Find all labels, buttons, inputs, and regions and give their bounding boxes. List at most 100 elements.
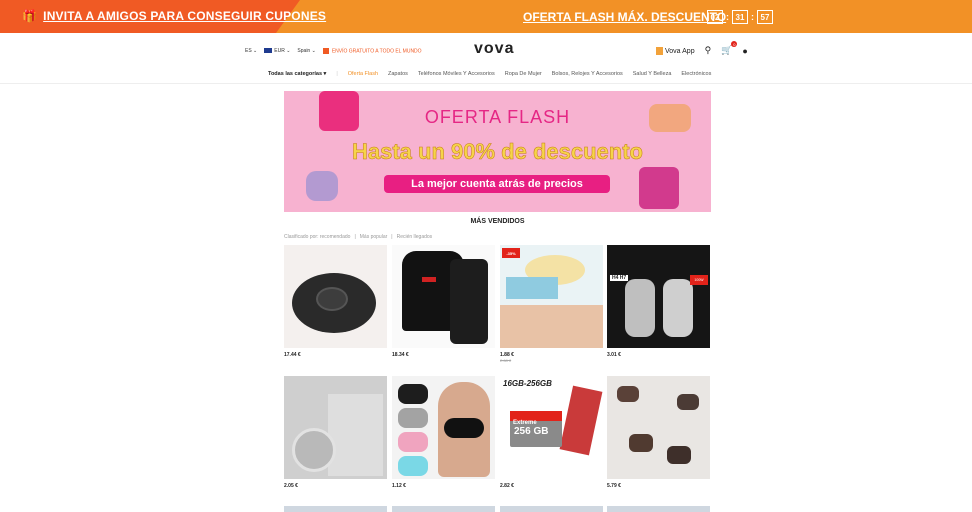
- product-price: 18.34 €: [392, 352, 409, 358]
- product-image[interactable]: [284, 245, 387, 348]
- flash-sale-banner[interactable]: OFERTA FLASH Hasta un 90% de descuento L…: [284, 91, 711, 212]
- pants-shape: [450, 259, 488, 344]
- power-badge: 100W: [690, 275, 708, 285]
- banner-cta[interactable]: La mejor cuenta atrás de precios: [384, 175, 610, 193]
- product-image[interactable]: -35%: [500, 245, 603, 348]
- product-card[interactable]: 18.34 €: [392, 245, 495, 358]
- invite-link[interactable]: 🎁 INVITA A AMIGOS PARA CONSEGUIR CUPONES: [22, 9, 326, 23]
- product-image[interactable]: [392, 376, 495, 479]
- product-card-peek[interactable]: [607, 506, 710, 512]
- nav-health-beauty[interactable]: Salud Y Belleza: [633, 71, 672, 77]
- sd-card-capacity: 256 GB: [514, 426, 549, 437]
- sort-new[interactable]: Recién llegados: [397, 234, 433, 240]
- product-price: 1.12 €: [392, 483, 406, 489]
- language-selector[interactable]: ES ⌄: [245, 48, 257, 54]
- sort-divider: |: [354, 234, 356, 240]
- discount-badge: -35%: [502, 248, 520, 258]
- nav-all-categories[interactable]: Todas las categorías ▾: [268, 71, 326, 77]
- sort-popular[interactable]: Más popular: [360, 234, 388, 240]
- product-price: 2.05 €: [284, 483, 298, 489]
- sd-card-shape: Extreme 256 GB: [510, 411, 562, 447]
- search-icon[interactable]: ⚲: [705, 45, 712, 56]
- product-card[interactable]: 16GB-256GB Extreme 256 GB 2.82 €: [500, 376, 603, 489]
- sort-divider: |: [391, 234, 393, 240]
- nav-shoes[interactable]: Zapatos: [388, 71, 408, 77]
- gift-icon: 🎁: [22, 9, 38, 23]
- nav-electronics[interactable]: Electrónicos: [681, 71, 711, 77]
- flash-sale-link[interactable]: OFERTA FLASH MÁX. DESCUENTO: [523, 10, 726, 24]
- top-image: [639, 167, 679, 209]
- product-image[interactable]: [284, 376, 387, 479]
- currency-selector[interactable]: EUR ⌄: [264, 48, 290, 54]
- shipping-info: ENVÍO GRATUITO A TODO EL MUNDO: [322, 48, 422, 54]
- truck-icon: [322, 48, 329, 54]
- nav-women-clothing[interactable]: Ropa De Mujer: [505, 71, 542, 77]
- locale-settings: ES ⌄ EUR ⌄ Spain ⌄ ENVÍO GRATUITO A TODO…: [245, 48, 422, 54]
- cream-box-shape: [506, 277, 558, 299]
- product-card-peek[interactable]: [500, 506, 603, 512]
- promo-bar: 🎁 INVITA A AMIGOS PARA CONSEGUIR CUPONES …: [0, 0, 972, 33]
- nav-divider: |: [336, 71, 338, 77]
- app-download-link[interactable]: Vova App: [656, 46, 695, 55]
- product-card-peek[interactable]: [392, 506, 495, 512]
- sort-recommended[interactable]: Clasificado por: recomendado: [284, 234, 350, 240]
- countdown-seconds: 57: [757, 10, 773, 24]
- hoodie-logo: [422, 277, 436, 282]
- sd-card-stack: [559, 385, 603, 456]
- product-price: 3.01 €: [607, 352, 621, 358]
- countdown-sep: :: [726, 12, 729, 22]
- mask-worn: [444, 418, 484, 438]
- nav-flash-sale[interactable]: Oferta Flash: [348, 71, 378, 77]
- sandal-shape: [667, 446, 691, 464]
- product-price: 17.44 €: [284, 352, 301, 358]
- handbag-image: [306, 171, 338, 201]
- bulb-shape: [625, 279, 655, 337]
- nav-bags-watches[interactable]: Bolsos, Relojes Y Accesorios: [552, 71, 623, 77]
- eu-flag-icon: [264, 48, 273, 54]
- product-image[interactable]: [392, 245, 495, 348]
- user-icon[interactable]: ●: [742, 46, 747, 56]
- mask-blue: [398, 456, 428, 476]
- product-card-peek[interactable]: [284, 506, 387, 512]
- product-card[interactable]: H4 H7 100W 3.01 €: [607, 245, 710, 358]
- product-image[interactable]: H4 H7 100W: [607, 245, 710, 348]
- robot-vacuum-top: [316, 287, 348, 311]
- product-old-price: 2.68 €: [500, 358, 512, 363]
- mask-black: [398, 384, 428, 404]
- belly-photo: [500, 305, 603, 348]
- product-card[interactable]: 2.05 €: [284, 376, 387, 489]
- product-card[interactable]: 5.79 €: [607, 376, 710, 489]
- category-nav: Todas las categorías ▾ | Oferta Flash Za…: [268, 71, 711, 77]
- countdown-hours: 02: [707, 10, 723, 24]
- countdown-minutes: 31: [732, 10, 748, 24]
- foil-roll-shape: [292, 428, 336, 472]
- sd-card-band: Extreme: [510, 411, 562, 426]
- mask-pink: [398, 432, 428, 452]
- cart-icon[interactable]: 🛒 0: [721, 41, 738, 56]
- product-card[interactable]: -35% 1.88 € 2.68 €: [500, 245, 603, 363]
- sandal-shape: [617, 386, 639, 402]
- nav-phones[interactable]: Teléfonos Móviles Y Accesorios: [418, 71, 495, 77]
- header-actions: Vova App ⚲ 🛒 0 ●: [656, 41, 748, 56]
- foil-sheet-shape: [328, 394, 383, 476]
- bulb-shape: [663, 279, 693, 337]
- banner-title: OFERTA FLASH: [424, 107, 571, 127]
- cart-badge: 0: [731, 41, 738, 47]
- invite-text: INVITA A AMIGOS PARA CONSEGUIR CUPONES: [43, 9, 327, 23]
- sd-capacity-title: 16GB-256GB: [503, 379, 552, 388]
- country-selector[interactable]: Spain ⌄: [297, 48, 315, 54]
- product-card[interactable]: 1.12 €: [392, 376, 495, 489]
- phone-icon: [656, 46, 663, 55]
- countdown-sep: :: [751, 12, 754, 22]
- product-image[interactable]: 16GB-256GB Extreme 256 GB: [500, 376, 603, 479]
- mask-grey: [398, 408, 428, 428]
- product-card[interactable]: 17.44 €: [284, 245, 387, 358]
- site-logo[interactable]: vova: [474, 40, 514, 58]
- sandal-shape: [629, 434, 653, 452]
- sandal-shape: [677, 394, 699, 410]
- countdown-timer: 02 : 31 : 57: [707, 10, 773, 24]
- product-image[interactable]: [607, 376, 710, 479]
- sort-options: Clasificado por: recomendado | Más popul…: [284, 234, 432, 240]
- product-price: 2.82 €: [500, 483, 514, 489]
- banner-subtitle: Hasta un 90% de descuento: [352, 139, 643, 165]
